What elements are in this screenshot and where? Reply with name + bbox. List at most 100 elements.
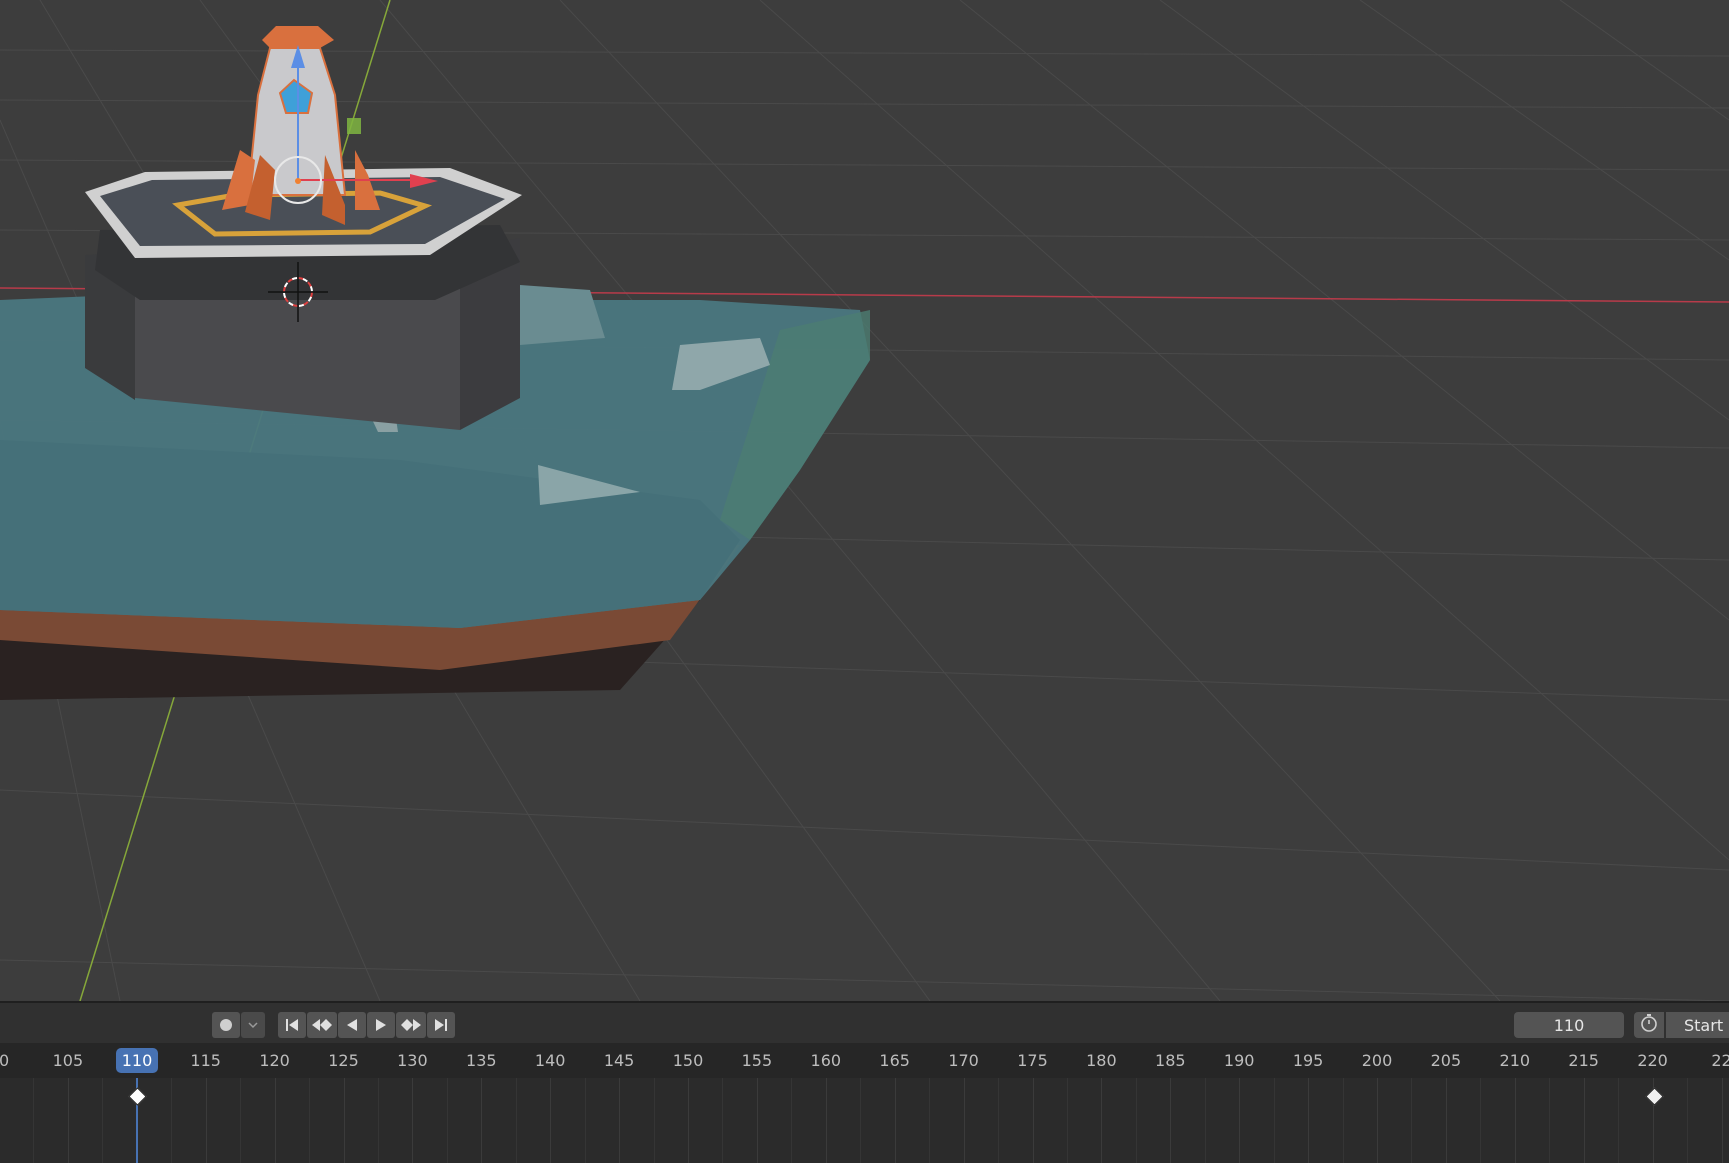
frame-gridline-minor	[171, 1078, 172, 1163]
ruler-tick-label: 22	[1711, 1051, 1729, 1070]
current-frame-field[interactable]: 110	[1514, 1012, 1624, 1038]
frame-gridline-minor	[1687, 1078, 1688, 1163]
frame-gridline-minor	[791, 1078, 792, 1163]
frame-gridline	[826, 1078, 827, 1163]
keyframe-track[interactable]	[0, 1078, 1729, 1163]
frame-gridline-minor	[722, 1078, 723, 1163]
play-icon	[373, 1017, 389, 1033]
frame-gridline	[688, 1078, 689, 1163]
record-dropdown[interactable]	[241, 1012, 265, 1038]
frame-gridline-minor	[1549, 1078, 1550, 1163]
frame-gridline-minor	[1343, 1078, 1344, 1163]
timeline-editor[interactable]: 110 Start 00 105 115 120 125 130 135 140 145 150 1…	[0, 1001, 1729, 1163]
frame-gridline	[1515, 1078, 1516, 1163]
frame-gridline-minor	[929, 1078, 930, 1163]
frame-gridline	[1033, 1078, 1034, 1163]
frame-gridline	[619, 1078, 620, 1163]
ruler-tick-label: 210	[1499, 1051, 1531, 1070]
frame-gridline	[1377, 1078, 1378, 1163]
play-reverse-icon	[344, 1017, 360, 1033]
previous-keyframe-button[interactable]	[307, 1012, 337, 1038]
frame-gridline	[1308, 1078, 1309, 1163]
ruler-tick-label: 185	[1155, 1051, 1186, 1070]
play-button[interactable]	[367, 1012, 395, 1038]
frame-gridline	[344, 1078, 345, 1163]
jump-to-start-button[interactable]	[278, 1012, 306, 1038]
frame-gridline	[757, 1078, 758, 1163]
frame-ruler[interactable]: 00 105 115 120 125 130 135 140 145 150 155 160 165 17…	[0, 1043, 1729, 1078]
ruler-tick-label: 120	[259, 1051, 290, 1070]
landing-pad-model[interactable]	[85, 168, 522, 430]
frame-gridline-minor	[1205, 1078, 1206, 1163]
ruler-tick-label: 115	[190, 1051, 221, 1070]
frame-gridline-minor	[654, 1078, 655, 1163]
jump-to-end-button[interactable]	[427, 1012, 455, 1038]
record-icon	[219, 1018, 233, 1032]
frame-gridline-minor	[860, 1078, 861, 1163]
ruler-tick-label: 175	[1017, 1051, 1048, 1070]
ruler-tick-label: 160	[810, 1051, 842, 1070]
frame-gridline	[206, 1078, 207, 1163]
ruler-tick-label: 140	[534, 1051, 566, 1070]
ruler-tick-label: 165	[879, 1051, 910, 1070]
frame-gridline-minor	[447, 1078, 448, 1163]
use-preview-range-button[interactable]	[1634, 1012, 1664, 1038]
keyframe-110[interactable]	[128, 1087, 147, 1106]
frame-gridline	[964, 1078, 965, 1163]
chevron-down-icon	[247, 1021, 259, 1029]
keyframe-220[interactable]	[1645, 1087, 1664, 1106]
ruler-tick-label: 170	[948, 1051, 979, 1070]
frame-gridline	[1446, 1078, 1447, 1163]
ruler-tick-label: 190	[1223, 1051, 1255, 1070]
frame-gridline	[481, 1078, 482, 1163]
frame-gridline-minor	[998, 1078, 999, 1163]
timeline-header: 110 Start	[0, 1003, 1729, 1043]
ruler-tick-label: 205	[1430, 1051, 1462, 1070]
frame-gridline-minor	[309, 1078, 310, 1163]
ruler-tick-label: 105	[52, 1051, 84, 1070]
ruler-tick-label: 215	[1568, 1051, 1599, 1070]
frame-gridline-minor	[585, 1078, 586, 1163]
current-frame-indicator[interactable]: 110	[116, 1048, 158, 1073]
frame-gridline	[1170, 1078, 1171, 1163]
frame-gridline	[1722, 1078, 1723, 1163]
viewport-scene[interactable]	[0, 0, 1729, 1001]
frame-gridline-minor	[240, 1078, 241, 1163]
frame-gridline	[895, 1078, 896, 1163]
frame-gridline-minor	[1067, 1078, 1068, 1163]
3d-viewport[interactable]	[0, 0, 1729, 1001]
ruler-tick-label: 145	[603, 1051, 635, 1070]
frame-gridline-minor	[1618, 1078, 1619, 1163]
stopwatch-icon	[1639, 1013, 1659, 1037]
ruler-tick-label: 150	[672, 1051, 704, 1070]
ruler-tick-label: 125	[328, 1051, 359, 1070]
ruler-tick-label: 220	[1637, 1051, 1668, 1070]
previous-keyframe-icon	[310, 1017, 334, 1033]
ruler-tick-label: 195	[1292, 1051, 1324, 1070]
next-keyframe-icon	[399, 1017, 423, 1033]
frame-gridline	[550, 1078, 551, 1163]
ruler-tick-label: 00	[0, 1051, 10, 1070]
frame-gridline-minor	[1136, 1078, 1137, 1163]
frame-gridline-minor	[516, 1078, 517, 1163]
frame-gridline	[1584, 1078, 1585, 1163]
frame-gridline-minor	[102, 1078, 103, 1163]
jump-to-start-icon	[284, 1017, 300, 1033]
record-button[interactable]	[212, 1012, 240, 1038]
frame-gridline	[275, 1078, 276, 1163]
play-reverse-button[interactable]	[338, 1012, 366, 1038]
frame-gridline	[1239, 1078, 1240, 1163]
frame-gridline	[1101, 1078, 1102, 1163]
ruler-tick-label: 200	[1361, 1051, 1393, 1070]
ruler-tick-label: 130	[397, 1051, 428, 1070]
frame-gridline-minor	[1480, 1078, 1481, 1163]
jump-to-end-icon	[433, 1017, 449, 1033]
frame-gridline-minor	[1411, 1078, 1412, 1163]
next-keyframe-button[interactable]	[396, 1012, 426, 1038]
frame-gridline	[412, 1078, 413, 1163]
start-frame-field[interactable]: Start	[1666, 1012, 1729, 1038]
frame-gridline-minor	[1274, 1078, 1275, 1163]
frame-gridline-minor	[378, 1078, 379, 1163]
frame-gridline-minor	[33, 1078, 34, 1163]
ruler-tick-label: 180	[1086, 1051, 1117, 1070]
